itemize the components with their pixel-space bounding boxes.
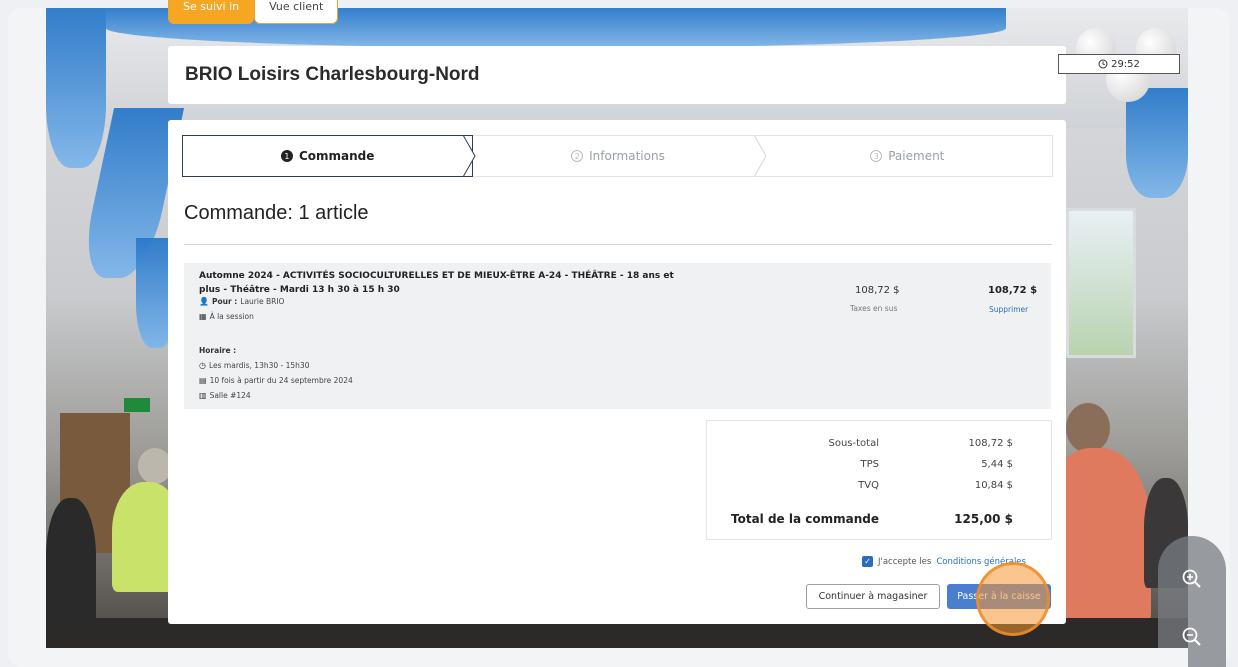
schedule-heading: Horaire :	[199, 346, 236, 355]
remove-item-link[interactable]: Supprimer	[989, 305, 1028, 314]
zoom-out-icon	[1182, 627, 1201, 646]
calendar-icon: ▦	[199, 312, 207, 321]
item-participant: 👤 Pour : Laurie BRIO	[199, 297, 284, 306]
tvq-label: TVQ	[858, 480, 879, 491]
participant-name: Laurie BRIO	[240, 297, 285, 306]
terms-link[interactable]: Conditions générales	[936, 557, 1026, 567]
line-total: 108,72 $	[988, 285, 1038, 296]
session-type: À la session	[209, 312, 254, 321]
blue-drape	[1126, 88, 1188, 198]
step-number: 3	[870, 150, 883, 162]
clock-icon: ◷	[199, 361, 206, 370]
person	[46, 498, 96, 628]
tps-value: 5,44 $	[981, 459, 1013, 470]
schedule-dates: ▤ 10 fois à partir du 24 septembre 2024	[199, 376, 353, 385]
checkout-button[interactable]: Passer à la caisse	[947, 584, 1051, 609]
step-label: Commande	[298, 149, 375, 163]
order-totals: Sous-total 108,72 $ TPS 5,44 $ TVQ 10,84…	[706, 420, 1052, 540]
user-icon: 👤	[199, 297, 209, 306]
item-room: ▥ Salle #124	[199, 391, 251, 400]
chevron-right-icon	[753, 135, 767, 177]
unit-price: 108,72 $	[855, 285, 900, 296]
person-head	[138, 448, 172, 484]
page-title: BRIO Loisirs Charlesbourg-Nord	[185, 64, 480, 85]
divider	[184, 244, 1052, 245]
exit-sign	[124, 398, 150, 412]
order-card: 1 Commande 2 Informations 3 Paiement Com…	[168, 120, 1066, 624]
blue-drape	[46, 8, 106, 168]
tab-client-view[interactable]: Vue client	[254, 0, 339, 24]
zoom-in-button[interactable]	[1177, 564, 1207, 594]
step-informations[interactable]: 2 Informations	[473, 135, 767, 177]
subtotal-value: 108,72 $	[968, 438, 1013, 449]
grand-total-label: Total de la commande	[731, 512, 879, 526]
cart-item: Automne 2024 - ACTIVITÉS SOCIOCULTURELLE…	[184, 263, 1051, 409]
step-commande[interactable]: 1 Commande	[182, 135, 476, 177]
terms-acceptance: ✓ J'accepte les Conditions générales	[862, 556, 1026, 567]
item-session: ▦ À la session	[199, 312, 254, 321]
taxes-note: Taxes en sus	[850, 304, 898, 313]
tab-follow-up[interactable]: Se suivi in	[168, 0, 255, 24]
schedule-time: ◷ Les mardis, 13h30 - 15h30	[199, 361, 309, 370]
schedule-dates-text: 10 fois à partir du 24 septembre 2024	[209, 376, 353, 385]
room-text: Salle #124	[209, 391, 251, 400]
schedule-time-text: Les mardis, 13h30 - 15h30	[208, 361, 310, 370]
schedule-label: Horaire :	[199, 346, 237, 355]
tvq-value: 10,84 $	[974, 480, 1013, 491]
continue-shopping-button[interactable]: Continuer à magasiner	[806, 584, 940, 609]
tps-label: TPS	[860, 459, 880, 470]
terms-checkbox[interactable]: ✓	[862, 556, 873, 567]
window	[1066, 208, 1136, 358]
top-tabs: Se suivi in Vue client	[168, 0, 339, 24]
chevron-right-icon	[463, 135, 476, 177]
header-bar: BRIO Loisirs Charlesbourg-Nord	[168, 46, 1066, 104]
step-label: Informations	[589, 149, 665, 163]
participant-label: Pour :	[211, 297, 238, 306]
session-timer: 29:52	[1058, 54, 1180, 74]
timer-value: 29:52	[1111, 58, 1140, 70]
step-label: Paiement	[888, 149, 945, 163]
building-icon: ▥	[199, 391, 207, 400]
clock-icon	[1098, 59, 1108, 69]
item-title: Automne 2024 - ACTIVITÉS SOCIOCULTURELLE…	[199, 271, 674, 295]
person-head	[1066, 403, 1110, 453]
order-title: Commande: 1 article	[184, 202, 369, 224]
calendar-repeat-icon: ▤	[199, 376, 207, 385]
terms-text: J'accepte les	[878, 556, 932, 567]
zoom-in-icon	[1182, 569, 1201, 588]
bottom-strip	[46, 648, 1188, 667]
step-number: 2	[571, 150, 584, 162]
step-paiement[interactable]: 3 Paiement	[763, 136, 1052, 176]
subtotal-label: Sous-total	[828, 438, 880, 449]
step-number: 1	[280, 150, 293, 162]
checkout-stepper: 1 Commande 2 Informations 3 Paiement	[182, 135, 1053, 177]
grand-total-value: 125,00 $	[954, 512, 1013, 526]
